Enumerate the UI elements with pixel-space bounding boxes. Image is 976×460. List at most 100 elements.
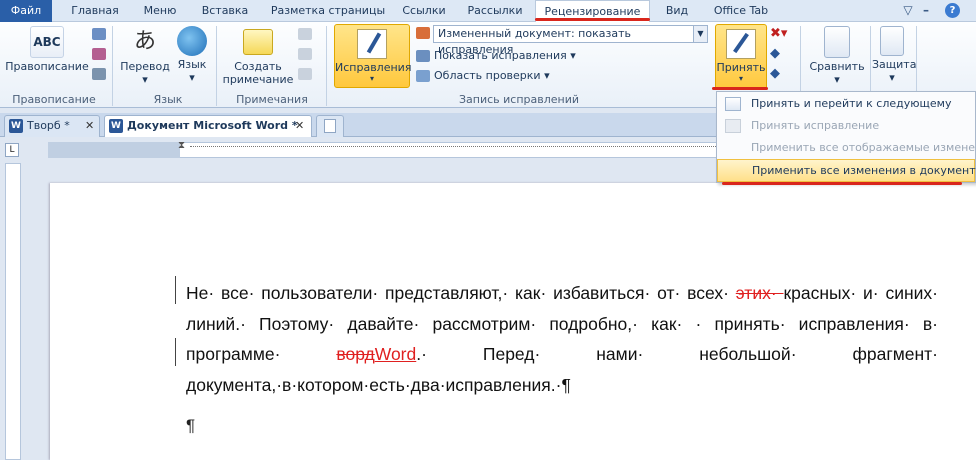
track-changes-button[interactable]: Исправления ▾ — [334, 24, 412, 88]
empty-paragraph-mark: ¶ — [186, 416, 196, 435]
vertical-ruler[interactable] — [5, 163, 21, 460]
word-doc-icon: W — [9, 119, 23, 133]
compare-button[interactable]: Сравнить ▾ — [806, 26, 868, 86]
show-markup-button[interactable]: Показать исправления ▾ — [416, 47, 576, 65]
minimize-icon[interactable]: – — [918, 2, 934, 18]
new-comment-label-2: примечание — [222, 73, 294, 86]
accept-change-icon — [725, 119, 741, 133]
tab-view[interactable]: Вид — [660, 0, 694, 22]
help-icon[interactable]: ? — [945, 3, 960, 18]
globe-icon — [177, 26, 207, 56]
doc-tab-label: Документ Microsoft Word * — [127, 119, 298, 132]
review-pane-icon — [416, 70, 430, 82]
menu-item-accept-and-next[interactable]: Принять и перейти к следующему — [717, 93, 975, 115]
protect-button[interactable]: Защита ▾ — [872, 26, 916, 84]
indent-marker-icon[interactable]: ⧗ — [178, 140, 185, 151]
accept-button[interactable]: Принять ▾ — [715, 24, 767, 90]
document-paragraph[interactable]: Не· все· пользователи· представляют,· ка… — [186, 278, 938, 400]
deleted-text: этих· — [735, 283, 784, 303]
menu-item-label: Принять и перейти к следующему — [751, 97, 952, 110]
thesaurus-icon[interactable] — [92, 48, 106, 60]
accept-next-icon — [725, 97, 741, 111]
group-separator — [112, 26, 113, 106]
chevron-down-icon[interactable]: ▼ — [693, 26, 707, 42]
menu-item-accept-all-in-document[interactable]: Применить все изменения в документе — [717, 159, 976, 182]
accept-button-highlight — [712, 87, 768, 90]
research-icon[interactable] — [92, 28, 106, 40]
next-change-icon[interactable]: ◆ — [770, 66, 780, 81]
menu-item-accept-change[interactable]: Принять исправление — [717, 115, 975, 137]
doc-tab-label: Творб * — [27, 119, 70, 132]
track-changes-label: Исправления — [335, 61, 412, 74]
doc-tab-microsoft-word[interactable]: W Документ Microsoft Word * ✕ — [104, 115, 312, 137]
display-for-review-icon — [416, 27, 430, 39]
review-pane-label: Область проверки — [434, 69, 541, 82]
translate-button[interactable]: あ Перевод ▾ — [118, 26, 172, 86]
tab-selector-button[interactable]: L — [5, 143, 19, 157]
group-separator — [326, 26, 327, 106]
deleted-text: ворд — [336, 344, 375, 364]
doc-tab-tvorb[interactable]: W Творб * ✕ — [4, 115, 100, 137]
abc-check-icon: ABC — [30, 26, 64, 58]
new-comment-button[interactable]: Создать примечание — [222, 26, 294, 86]
menu-item-accept-all-shown[interactable]: Применить все отображаемые изменени — [717, 137, 976, 159]
accept-icon — [726, 29, 756, 59]
translate-icon: あ — [133, 29, 156, 54]
inserted-text: Word — [374, 344, 417, 364]
text-run: Не· все· пользователи· представляют,· ка… — [186, 283, 736, 303]
previous-change-icon[interactable]: ◆ — [770, 46, 780, 61]
track-changes-icon — [357, 29, 387, 59]
collapse-ribbon-icon[interactable]: ▽ — [900, 2, 916, 18]
spelling-label: Правописание — [5, 60, 89, 73]
review-pane-button[interactable]: Область проверки ▾ — [416, 67, 550, 85]
language-button[interactable]: Язык ▾ — [174, 26, 210, 84]
change-bar — [175, 338, 176, 366]
tab-insert[interactable]: Вставка — [192, 0, 258, 22]
tab-menu[interactable]: Меню — [136, 0, 184, 22]
lock-icon — [880, 26, 904, 56]
review-tab-highlight — [535, 18, 650, 21]
previous-comment-icon[interactable] — [298, 48, 312, 60]
tab-mailings[interactable]: Рассылки — [460, 0, 530, 22]
menu-item-label: Применить все изменения в документе — [752, 164, 976, 177]
group-label-comments: Примечания — [236, 93, 308, 106]
ribbon-tab-bar: Файл Главная Меню Вставка Разметка стран… — [0, 0, 976, 23]
change-bar — [175, 276, 176, 304]
menu-item-label: Применить все отображаемые изменени — [751, 141, 976, 154]
new-tab-button[interactable] — [316, 115, 344, 137]
show-markup-icon — [416, 50, 430, 62]
tab-references[interactable]: Ссылки — [396, 0, 452, 22]
tab-page-layout[interactable]: Разметка страницы — [266, 0, 390, 22]
show-markup-label: Показать исправления — [434, 49, 567, 62]
translate-label: Перевод — [120, 60, 170, 73]
tab-office-tab[interactable]: Office Tab — [706, 0, 776, 22]
language-label: Язык — [177, 58, 207, 71]
tab-home[interactable]: Главная — [62, 0, 128, 22]
spelling-button[interactable]: ABC Правописание — [4, 26, 90, 73]
compare-label: Сравнить — [809, 60, 865, 73]
reject-icon[interactable]: ✖▾ — [770, 26, 787, 41]
word-doc-icon: W — [109, 119, 123, 133]
ruler-margin — [48, 142, 180, 158]
menu-item-highlight — [722, 182, 962, 185]
group-label-language: Язык — [153, 93, 183, 106]
comment-icon — [243, 29, 273, 55]
group-separator — [216, 26, 217, 106]
accept-dropdown-menu: Принять и перейти к следующему Принять и… — [716, 91, 976, 183]
display-for-review-select[interactable]: Измененный документ: показать исправлени… — [433, 25, 708, 56]
tab-file[interactable]: Файл — [0, 0, 52, 22]
accept-label: Принять — [716, 61, 766, 74]
protect-label: Защита — [872, 58, 917, 71]
new-comment-label-1: Создать — [234, 60, 282, 73]
close-icon[interactable]: ✕ — [295, 116, 304, 136]
word-count-icon[interactable] — [92, 68, 106, 80]
delete-comment-icon[interactable] — [298, 28, 312, 40]
ruler-ticks — [190, 146, 718, 148]
close-icon[interactable]: ✕ — [85, 116, 94, 136]
next-comment-icon[interactable] — [298, 68, 312, 80]
group-label-tracking: Запись исправлений — [458, 93, 580, 106]
new-document-icon — [324, 119, 336, 133]
compare-icon — [824, 26, 850, 58]
group-label-spelling: Правописание — [12, 93, 96, 106]
menu-item-label: Принять исправление — [751, 119, 880, 132]
